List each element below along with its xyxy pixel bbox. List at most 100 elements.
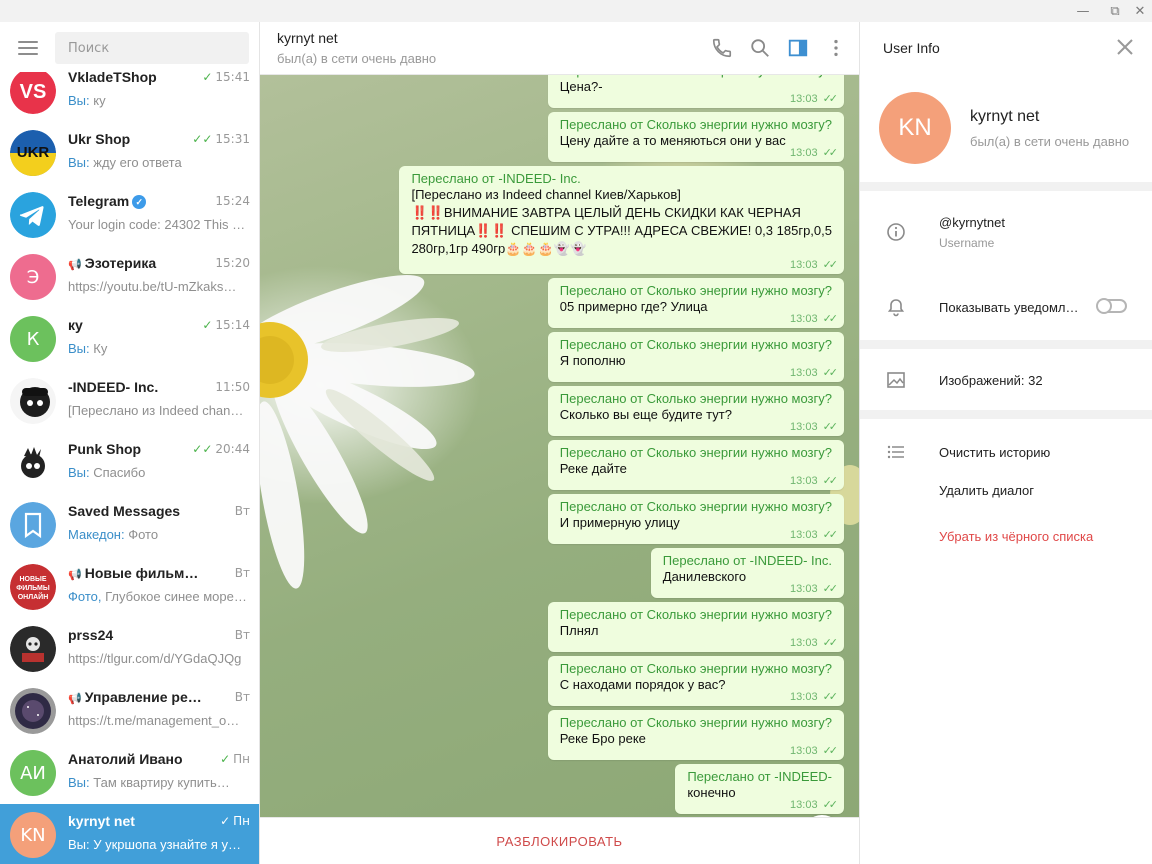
profile-avatar[interactable]: KN: [879, 92, 951, 164]
chat-item[interactable]: Э 📢 Эзотерика 15:20 https://youtu.be/tU-mZk…: [0, 246, 259, 308]
chat-list: VS VkladeTShop ✓ 15:41 Вы: ку UKR Ukr Shop ✓✓ 15…: [0, 60, 259, 864]
read-check-icon: ✓: [220, 752, 231, 766]
chat-name: prss24: [68, 627, 208, 643]
telegram-logo: [10, 192, 56, 238]
sidebar-toggle-icon[interactable]: [787, 37, 809, 59]
chat-avatar: KN: [10, 812, 56, 858]
chat-name-text: -INDEED- Inc.: [68, 379, 159, 395]
message-bubble[interactable]: Переслано от Сколько энергии нужно мозгу…: [547, 278, 844, 328]
chat-name: 📢 Управление реальн…: [68, 689, 208, 705]
indeed-logo: [10, 378, 56, 424]
chat-time-text: 15:24: [215, 194, 250, 208]
chat-item[interactable]: -INDEED- Inc. 11:50 [Переслано из Indeed c…: [0, 370, 259, 432]
message-bubble[interactable]: Переслано от Сколько энергии нужно мозгу…: [547, 112, 844, 162]
forwarded-from[interactable]: Переслано от Сколько энергии нужно мозгу…: [560, 499, 832, 514]
image-icon: [887, 372, 905, 388]
preview-sender: Македон:: [68, 527, 125, 542]
more-options-icon[interactable]: [825, 37, 847, 59]
message-time: 13:03: [790, 529, 818, 541]
peer-name[interactable]: kyrnyt net: [277, 30, 338, 46]
message-bubble[interactable]: Переслано от -INDEED- Inc. [Переслано из …: [399, 166, 844, 274]
message-bubble[interactable]: Переслано от Сколько энергии нужно мозгу…: [547, 494, 844, 544]
message-meta: 13:03 ✓✓: [790, 690, 838, 703]
chat-item[interactable]: KN kyrnyt net ✓ Пн Вы: У укршопа узнайте я у…: [0, 804, 259, 864]
message-meta: 13:03 ✓✓: [790, 798, 838, 811]
message-bubble[interactable]: Переслано от -INDEED-конечно 13:03 ✓✓: [675, 764, 844, 814]
clear-history-button[interactable]: Очистить историю: [939, 445, 1050, 460]
svg-text:ОНЛАЙН: ОНЛАЙН: [18, 592, 49, 601]
forwarded-from[interactable]: Переслано от Сколько энергии нужно мозгу…: [560, 715, 832, 730]
minimize-icon: —: [1076, 3, 1090, 19]
preview-text: Your login code: 24302 This c…: [68, 217, 250, 232]
message-bubble[interactable]: Переслано от Сколько энергии нужно мозгу…: [547, 656, 844, 706]
chat-preview: Вы: жду его ответа: [68, 155, 250, 170]
forwarded-from[interactable]: Переслано от Сколько энергии нужно мозгу…: [560, 661, 832, 676]
chat-name-text: kyrnyt net: [68, 813, 135, 829]
delete-dialog-button[interactable]: Удалить диалог: [939, 483, 1034, 498]
forwarded-from[interactable]: Переслано от Сколько энергии нужно мозгу…: [560, 607, 832, 622]
chat-name: ку: [68, 317, 208, 333]
chat-time-text: 11:50: [215, 380, 250, 394]
chat-time-text: 15:20: [215, 256, 250, 270]
message-bubble[interactable]: Переслано от Сколько энергии нужно мозгу…: [547, 440, 844, 490]
username-value[interactable]: @kyrnytnet: [939, 215, 1005, 230]
chat-item[interactable]: 📢 Управление реальн… Вт https://t.me/manag…: [0, 680, 259, 742]
message-time: 13:03: [790, 745, 818, 757]
chat-time: ✓ 15:41: [202, 70, 250, 84]
message-bubble[interactable]: Переслано от Сколько энергии нужно мозгу…: [547, 710, 844, 760]
chat-item[interactable]: prss24 Вт https://tlgur.com/d/YGdaQJQg: [0, 618, 259, 680]
chat-time: ✓ 15:14: [202, 318, 250, 332]
message-bubble[interactable]: Переслано от Сколько энергии нужно мозгу…: [547, 602, 844, 652]
chat-name-text: Ukr Shop: [68, 131, 131, 147]
images-count[interactable]: Изображений: 32: [939, 373, 1043, 388]
minimize-button[interactable]: —: [1069, 0, 1097, 22]
message-time: 13:03: [790, 637, 818, 649]
preview-text: https://youtu.be/tU-mZkaks…: [68, 279, 237, 294]
close-button[interactable]: ✕: [1126, 0, 1152, 22]
notifications-toggle[interactable]: [1096, 298, 1127, 314]
message-time: 13:03: [790, 475, 818, 487]
message-meta: 13:03 ✓✓: [790, 744, 839, 757]
chat-item[interactable]: НОВЫЕ ФИЛЬМЫОНЛАЙН 📢 Новые фильмы он… Вт Фот…: [0, 556, 259, 618]
forwarded-from[interactable]: Переслано от -INDEED-: [687, 769, 832, 784]
chat-time: 15:20: [215, 256, 250, 270]
forwarded-from[interactable]: Переслано от Сколько энергии нужно мозгу…: [560, 283, 832, 298]
forwarded-from[interactable]: Переслано от Сколько энергии нужно мозгу…: [560, 337, 832, 352]
chat-item[interactable]: Saved Messages Вт Македон: Фото: [0, 494, 259, 556]
message-meta: 13:03 ✓✓: [790, 92, 838, 105]
chat-item[interactable]: АИ Анатолий Ивано ✓ Пн Вы: Там квартиру купи…: [0, 742, 259, 804]
chat-item[interactable]: Кку ✓ 15:14 Вы: Ку: [0, 308, 259, 370]
chat-item[interactable]: Punk Shop ✓✓ 20:44 Вы: Спасибо: [0, 432, 259, 494]
chat-time: 15:24: [215, 194, 250, 208]
chat-avatar: Э: [10, 254, 56, 300]
chat-avatar: К: [10, 316, 56, 362]
search-input[interactable]: [55, 32, 249, 64]
double-check-icon: ✓✓: [822, 475, 839, 487]
section-divider: [860, 182, 1152, 191]
maximize-button[interactable]: ⧉: [1101, 0, 1129, 22]
message-bubble[interactable]: Переслано от Сколько энергии нужно мозгу…: [547, 332, 844, 382]
chat-time: Вт: [235, 690, 250, 704]
films-logo: НОВЫЕ ФИЛЬМЫ ОНЛАЙН: [10, 564, 56, 610]
phone-icon[interactable]: [711, 37, 733, 59]
message-time: 13:03: [790, 583, 818, 595]
chat-item[interactable]: Telegram ✓ 15:24 Your login code: 24302 Thi…: [0, 184, 259, 246]
forwarded-from[interactable]: Переслано от -INDEED- Inc.: [663, 553, 832, 568]
remove-blacklist-button[interactable]: Убрать из чёрного списка: [939, 529, 1093, 544]
menu-icon[interactable]: [18, 41, 38, 55]
unblock-button[interactable]: РАЗБЛОКИРОВАТЬ: [260, 818, 859, 864]
forwarded-from[interactable]: Переслано от Сколько энергии нужно мозгу…: [560, 391, 832, 406]
chat-item[interactable]: UKR Ukr Shop ✓✓ 15:31 Вы: жду его ответа: [0, 122, 259, 184]
double-check-icon: ✓✓: [822, 745, 839, 757]
search-icon[interactable]: [749, 37, 771, 59]
message-bubble[interactable]: Переслано от Сколько энергии нужно мозгу…: [547, 75, 844, 108]
chat-time: ✓✓ 15:31: [192, 132, 250, 146]
chat-name-text: Saved Messages: [68, 503, 181, 519]
message-bubble[interactable]: Переслано от Сколько энергии нужно мозгу…: [547, 386, 844, 436]
close-icon: ✕: [1134, 3, 1146, 19]
forwarded-from[interactable]: Переслано от -INDEED- Inc.: [411, 171, 832, 186]
close-info-icon[interactable]: [1116, 38, 1134, 56]
message-bubble[interactable]: Переслано от -INDEED- Inc. Данилевского 13…: [650, 548, 844, 598]
forwarded-from[interactable]: Переслано от Сколько энергии нужно мозгу…: [560, 117, 832, 132]
forwarded-from[interactable]: Переслано от Сколько энергии нужно мозгу…: [560, 445, 832, 460]
